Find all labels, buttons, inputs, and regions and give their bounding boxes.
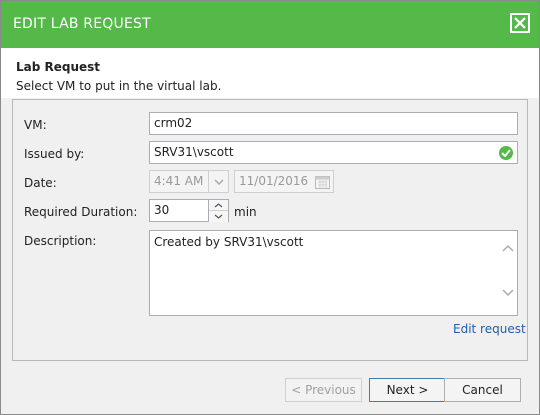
date-label: Date: (24, 176, 57, 190)
vm-input[interactable]: crm02 (149, 112, 518, 135)
close-button[interactable] (510, 13, 530, 33)
close-icon (514, 17, 526, 29)
description-value: Created by SRV31\vscott (154, 235, 304, 249)
date-value: 11/01/2016 (239, 174, 309, 188)
date-picker[interactable]: 11/01/2016 (234, 170, 334, 193)
duration-label: Required Duration: (24, 205, 138, 219)
section-header: Lab Request Select VM to put in the virt… (1, 48, 539, 98)
description-scrollbar[interactable] (499, 231, 517, 315)
edit-lab-request-dialog: EDIT LAB REQUEST Lab Request Select VM t… (0, 0, 540, 415)
dialog-title: EDIT LAB REQUEST (13, 16, 151, 32)
time-value: 4:41 AM (154, 174, 204, 188)
duration-unit: min (234, 205, 257, 219)
issued-by-value: SRV31\vscott (154, 145, 234, 159)
duration-stepper[interactable]: 30 (149, 199, 229, 222)
section-subtitle: Select VM to put in the virtual lab. (16, 79, 222, 93)
time-dropdown[interactable] (208, 171, 228, 193)
edit-request-link[interactable]: Edit request (453, 322, 526, 336)
duration-value: 30 (154, 203, 170, 217)
dialog-footer: < Previous Next > Cancel (1, 362, 539, 414)
cancel-button[interactable]: Cancel (444, 378, 521, 402)
description-label: Description: (24, 234, 97, 248)
chevron-up-icon (214, 203, 223, 208)
spin-buttons (208, 200, 228, 222)
calendar-icon[interactable] (315, 175, 330, 196)
increment-button[interactable] (209, 200, 228, 211)
chevron-down-icon (214, 214, 223, 219)
time-picker[interactable]: 4:41 AM (149, 170, 229, 193)
decrement-button[interactable] (209, 211, 228, 222)
scroll-up-icon[interactable] (502, 245, 514, 252)
chevron-down-icon (214, 179, 224, 185)
issued-by-input[interactable]: SRV31\vscott (149, 141, 518, 164)
previous-button[interactable]: < Previous (285, 378, 362, 402)
scroll-down-icon[interactable] (502, 289, 514, 296)
next-button[interactable]: Next > (369, 378, 446, 402)
vm-label: VM: (24, 118, 47, 132)
check-icon (499, 146, 513, 160)
issued-by-label: Issued by: (24, 147, 85, 161)
description-textarea[interactable]: Created by SRV31\vscott (149, 230, 518, 316)
section-title: Lab Request (16, 60, 101, 74)
title-bar: EDIT LAB REQUEST (1, 1, 539, 48)
